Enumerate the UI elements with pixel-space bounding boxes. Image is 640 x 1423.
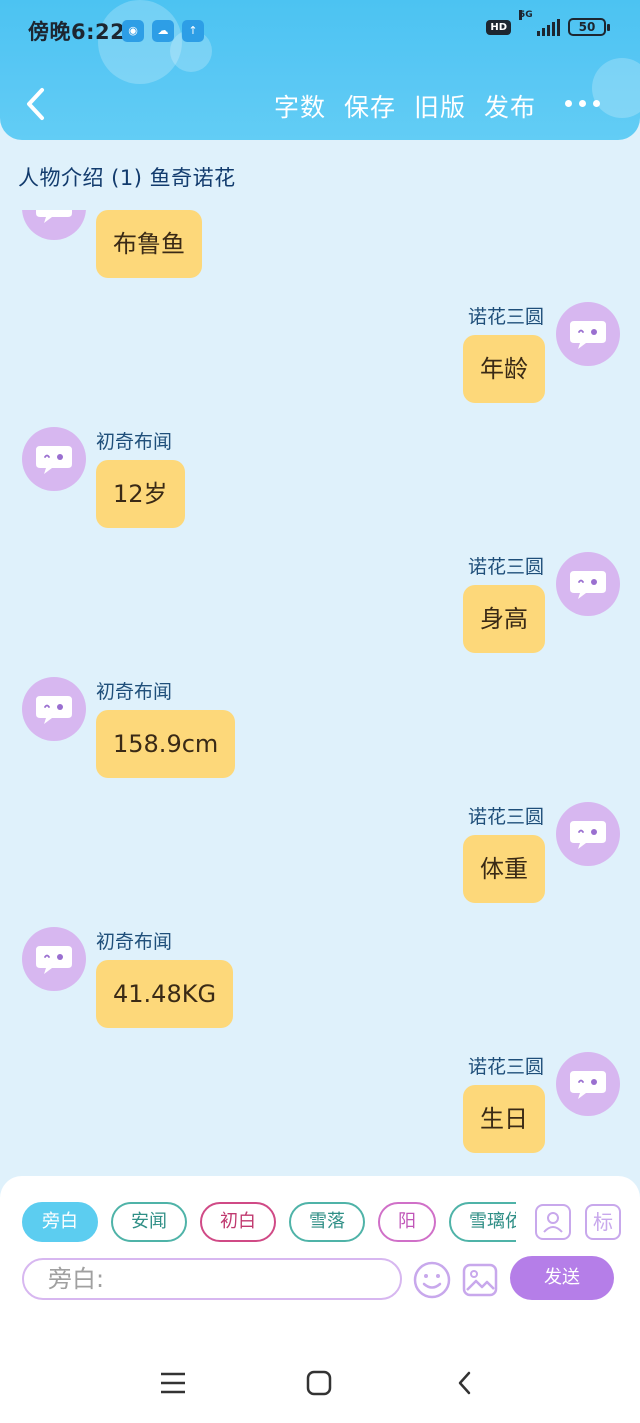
sender-name: 诺花三圆 (467, 1056, 544, 1078)
system-nav-bar (0, 1344, 640, 1423)
word-count-button[interactable]: 字数 (274, 88, 326, 124)
role-selector[interactable]: 旁白 安闻 初白 雪落 阳 雪璃依 (22, 1202, 516, 1244)
more-dots-icon (565, 100, 572, 107)
old-version-button[interactable]: 旧版 (414, 88, 466, 124)
avatar[interactable] (556, 1052, 620, 1116)
chat-bubble-face-icon (570, 821, 606, 849)
role-chip[interactable]: 安闻 (111, 1202, 187, 1242)
menu-button[interactable] (158, 1368, 188, 1398)
chat-bubble-face-icon (570, 321, 606, 349)
menu-icon (161, 1372, 185, 1394)
send-button[interactable]: 发送 (510, 1256, 614, 1300)
back-arrow-icon (458, 1371, 471, 1395)
hd-badge: HD (486, 19, 511, 35)
message-bubble[interactable]: 体重 (463, 835, 545, 903)
home-square-icon (306, 1370, 332, 1396)
chat-bubble-face-icon (36, 210, 72, 223)
app-header: 傍晚6:22 ◉ ☁ ↑ HD 5G 50 字数 保存 旧版 发布 (0, 0, 640, 140)
signal-icon: 5G (519, 10, 560, 36)
battery-level: 50 (578, 20, 596, 34)
message-bubble[interactable]: 身高 (463, 585, 545, 653)
sender-name: 初奇布闻 (96, 681, 173, 703)
system-back-button[interactable] (450, 1368, 480, 1398)
image-icon (462, 1263, 498, 1297)
avatar[interactable] (556, 302, 620, 366)
upload-icon: ↑ (182, 20, 204, 42)
home-button[interactable] (304, 1368, 334, 1398)
avatar[interactable] (556, 552, 620, 616)
role-chip-narration[interactable]: 旁白 (22, 1202, 98, 1242)
network-label: 5G (519, 10, 533, 20)
emoji-button[interactable] (412, 1260, 452, 1300)
chat-bubble-face-icon (570, 1071, 606, 1099)
chat-bubble-face-icon (570, 571, 606, 599)
sender-name: 诺花三圆 (467, 306, 544, 328)
back-button[interactable] (20, 84, 54, 124)
sender-name: 诺花三圆 (467, 556, 544, 578)
chat-bubble-face-icon (36, 696, 72, 724)
role-chip[interactable]: 初白 (200, 1202, 276, 1242)
role-chip[interactable]: 雪璃依 (449, 1202, 516, 1242)
chat-title: 人物介绍 (1) 鱼奇诺花 (18, 166, 236, 190)
character-manage-button[interactable] (535, 1204, 571, 1240)
person-icon (543, 1212, 563, 1233)
avatar[interactable] (22, 927, 86, 991)
chevron-left-icon (27, 88, 44, 120)
publish-button[interactable]: 发布 (484, 88, 536, 124)
sender-name: 初奇布闻 (96, 931, 173, 953)
status-bar: 傍晚6:22 ◉ ☁ ↑ HD 5G 50 (0, 0, 640, 62)
message-bubble[interactable]: 布鲁鱼 (96, 210, 202, 278)
tag-button[interactable]: 标 (585, 1204, 621, 1240)
sender-name: 诺花三圆 (467, 806, 544, 828)
wifi-calling-icon: ◉ (122, 20, 144, 42)
header-actions: 字数 保存 旧版 发布 (274, 88, 536, 124)
message-bubble[interactable]: 生日 (463, 1085, 545, 1153)
status-time: 傍晚6:22 (28, 20, 126, 44)
message-input[interactable]: 旁白: (22, 1258, 402, 1300)
avatar[interactable] (22, 210, 86, 240)
smiley-icon (413, 1261, 451, 1299)
message-bubble[interactable]: 年龄 (463, 335, 545, 403)
sender-name: 初奇布闻 (96, 431, 173, 453)
battery-icon: 50 (568, 18, 610, 36)
save-button[interactable]: 保存 (344, 88, 396, 124)
message-bubble[interactable]: 12岁 (96, 460, 185, 528)
image-button[interactable] (460, 1260, 500, 1300)
role-chip[interactable]: 阳 (378, 1202, 436, 1242)
avatar[interactable] (22, 677, 86, 741)
more-button[interactable] (565, 100, 600, 107)
input-panel: 旁白 安闻 初白 雪落 阳 雪璃依 标 旁白: 发送 (0, 1176, 640, 1344)
avatar[interactable] (22, 427, 86, 491)
cloud-icon: ☁ (152, 20, 174, 42)
chat-bubble-face-icon (36, 946, 72, 974)
message-bubble[interactable]: 158.9cm (96, 710, 236, 778)
message-list[interactable]: 布鲁鱼 诺花三圆 年龄 初奇布闻 12岁 诺花三圆 身高 初奇布闻 158.9c… (0, 210, 640, 1175)
decor-bubble (592, 58, 640, 118)
role-chip[interactable]: 雪落 (289, 1202, 365, 1242)
chat-bubble-face-icon (36, 446, 72, 474)
avatar[interactable] (556, 802, 620, 866)
message-bubble[interactable]: 41.48KG (96, 960, 234, 1028)
